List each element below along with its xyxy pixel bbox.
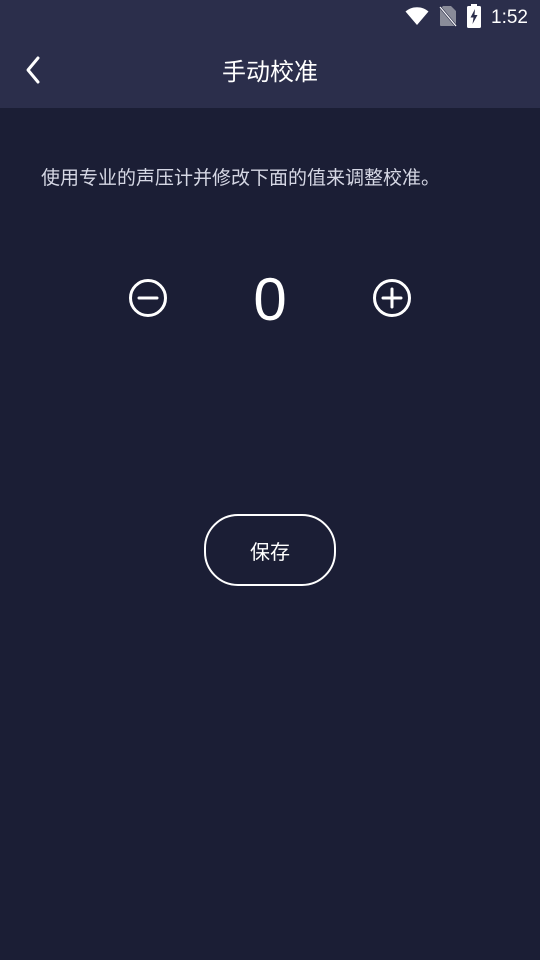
battery-charging-icon xyxy=(467,4,482,32)
app-bar: 手动校准 xyxy=(0,36,540,108)
no-sim-icon xyxy=(439,5,457,31)
decrement-button[interactable] xyxy=(126,278,170,322)
status-icons: 1:52 xyxy=(405,4,528,32)
save-button[interactable]: 保存 xyxy=(204,514,336,586)
status-bar: 1:52 xyxy=(0,0,540,36)
plus-circle-icon xyxy=(370,276,414,324)
minus-circle-icon xyxy=(126,276,170,324)
calibration-stepper: 0 xyxy=(0,260,540,340)
calibration-value: 0 xyxy=(253,266,287,333)
page-title: 手动校准 xyxy=(222,58,318,86)
instruction-text: 使用专业的声压计并修改下面的值来调整校准。 xyxy=(41,167,441,189)
wifi-icon xyxy=(405,6,429,30)
status-time: 1:52 xyxy=(491,7,528,28)
increment-button[interactable] xyxy=(370,278,414,322)
